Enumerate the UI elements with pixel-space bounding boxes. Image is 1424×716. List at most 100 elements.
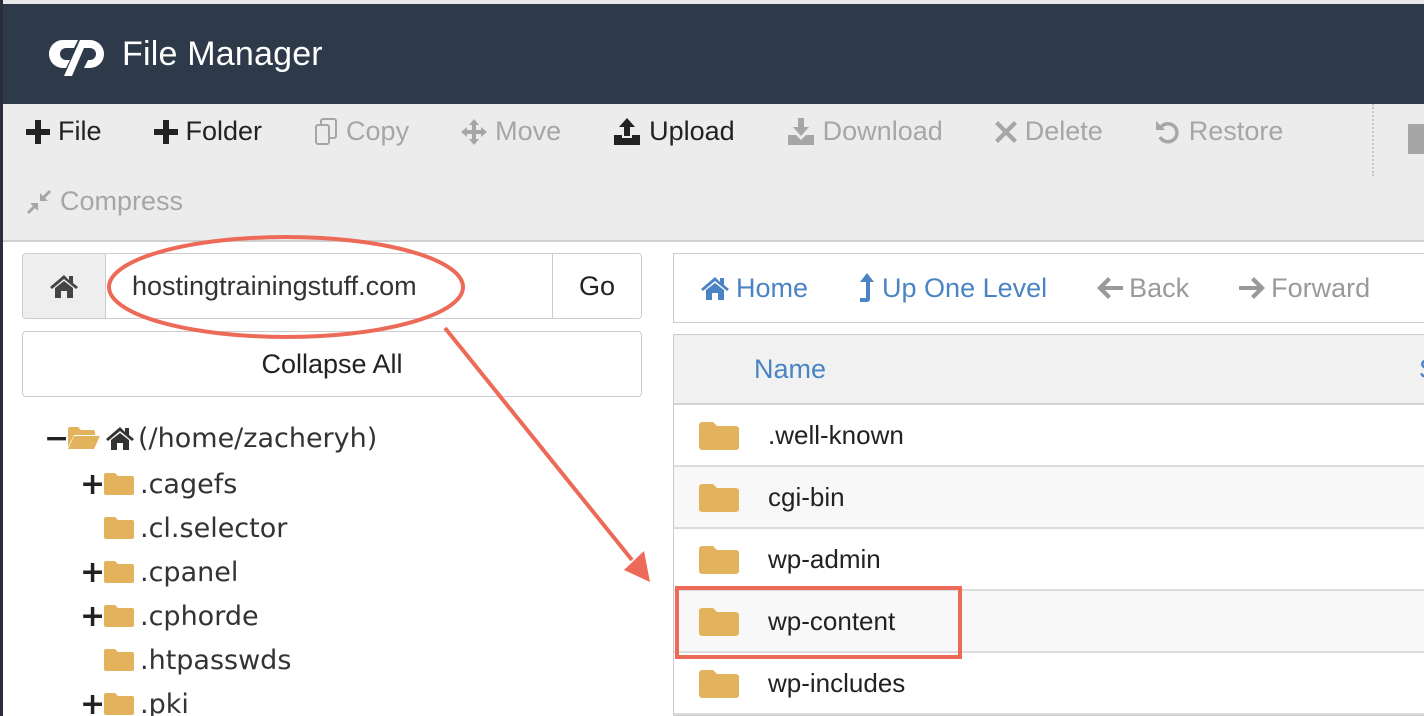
folder-icon [104,517,134,539]
annotation-arrow-head [624,551,650,582]
restore-button[interactable]: Restore [1155,116,1284,147]
table-header: Name S [674,335,1424,405]
delete-button[interactable]: Delete [994,116,1103,147]
expand-toggle[interactable]: + [80,555,105,590]
file-list-table: Name S .well-known cgi-bin wp-admin wp-c… [673,334,1424,716]
folder-icon [104,473,134,495]
tree-item-label: .cagefs [140,468,238,500]
file-name: wp-admin [768,543,881,574]
back-label: Back [1129,272,1190,303]
arrow-right-icon [1239,277,1266,299]
path-home-button[interactable] [23,254,106,318]
column-header-size[interactable]: S [1419,354,1424,385]
cpanel-logo-icon [48,39,104,76]
toolbar: File Folder Copy Move Upload Download De… [0,104,1424,242]
new-file-label: File [58,116,102,146]
folder-icon [699,546,739,574]
folder-icon [699,670,739,698]
compress-button[interactable]: Compress [26,186,183,217]
go-button[interactable]: Go [552,254,641,318]
expand-toggle[interactable]: + [80,599,105,634]
toolbar-row-1: File Folder Copy Move Upload Download De… [26,116,1335,147]
table-row[interactable]: wp-admin [674,529,1424,591]
home-icon [701,277,729,300]
tree-item[interactable]: + .cpanel [80,552,238,592]
home-icon [106,427,134,450]
tree-item-label: .cphorde [140,600,259,632]
copy-icon [315,117,338,145]
close-icon [994,120,1017,143]
level-up-icon [860,273,875,302]
folder-icon [699,422,739,450]
upload-icon [614,117,641,145]
column-header-name[interactable]: Name [754,354,826,385]
toolbar-separator [1372,104,1374,176]
tree-item[interactable]: .cl.selector [80,508,287,548]
tree-item-label: .pki [140,688,189,716]
copy-button[interactable]: Copy [314,116,409,147]
folder-icon [699,484,739,512]
navigation-bar: Home Up One Level Back Forward [673,253,1424,323]
new-file-button[interactable]: File [26,116,102,147]
compress-icon [26,189,52,214]
path-bar: Go [22,253,642,319]
table-row[interactable]: wp-includes [674,653,1424,715]
file-name: .well-known [768,419,904,450]
new-folder-button[interactable]: Folder [153,116,263,147]
tree-item[interactable]: + .cphorde [80,596,259,636]
plus-icon [153,119,178,144]
folder-icon [104,561,134,583]
folder-icon [104,693,134,715]
tree-item[interactable]: .htpasswds [80,640,291,680]
up-one-level-button[interactable]: Up One Level [858,273,1047,304]
page-title: File Manager [122,34,323,73]
home-button[interactable]: Home [700,273,808,304]
home-label: Home [736,272,809,303]
tree-item-label: .htpasswds [140,644,292,676]
tree-item[interactable]: + .cagefs [80,464,237,504]
upload-label: Upload [649,116,735,146]
move-icon [461,118,488,145]
restore-label: Restore [1188,116,1284,146]
download-button[interactable]: Download [787,116,943,147]
download-label: Download [822,116,943,146]
file-name: wp-content [768,605,896,636]
table-row-wp-content[interactable]: wp-content [674,591,1424,653]
table-row[interactable]: cgi-bin [674,467,1424,529]
window-edge [0,0,3,716]
move-label: Move [495,116,562,146]
move-button[interactable]: Move [461,116,561,147]
folder-open-icon [68,427,100,449]
forward-button[interactable]: Forward [1239,273,1370,304]
path-input[interactable] [106,254,552,318]
tree-root[interactable]: − (/home/zacheryh) [44,418,377,458]
compress-label: Compress [60,186,184,216]
arrow-left-icon [1097,277,1124,299]
folder-icon [699,608,739,636]
collapse-all-button[interactable]: Collapse All [22,331,642,397]
file-name: wp-includes [768,667,906,698]
expand-toggle[interactable]: + [80,687,105,716]
tree-item[interactable]: + .pki [80,684,189,716]
forward-label: Forward [1271,272,1371,303]
tree-item-label: .cl.selector [140,512,288,544]
plus-icon [26,119,50,144]
toolbar-row-2: Compress [26,186,235,217]
folder-icon [104,649,134,671]
download-icon [787,117,814,145]
home-icon [50,275,78,298]
tree-item-label: .cpanel [140,556,239,588]
new-folder-label: Folder [185,116,263,146]
extract-icon[interactable] [1408,124,1424,154]
tree-root-label: (/home/zacheryh) [138,422,378,454]
expand-toggle[interactable]: + [80,467,105,502]
upload-button[interactable]: Upload [613,116,735,147]
table-row[interactable]: .well-known [674,405,1424,467]
undo-icon [1155,120,1179,143]
collapse-toggle[interactable]: − [44,421,69,456]
back-button[interactable]: Back [1097,273,1189,304]
app-header: File Manager [0,4,1424,104]
up-one-level-label: Up One Level [882,272,1048,303]
folder-icon [104,605,134,627]
file-name: cgi-bin [768,481,845,512]
